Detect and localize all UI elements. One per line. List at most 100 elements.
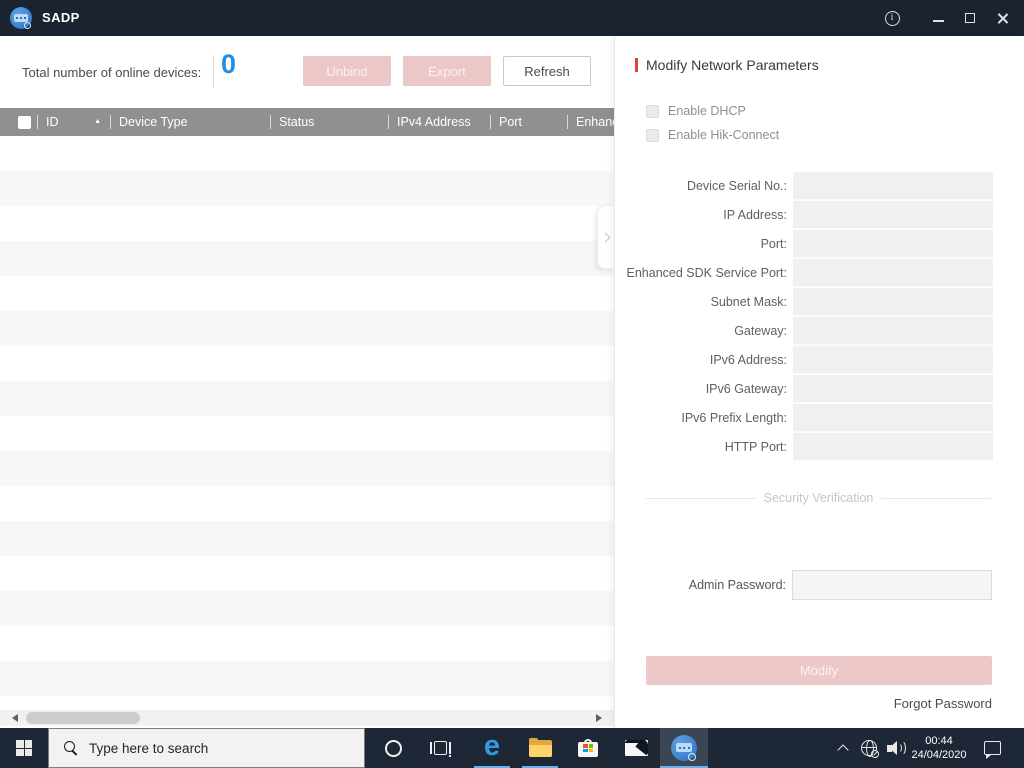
device-serial-no-input[interactable] (793, 171, 993, 200)
taskbar-clock[interactable]: 00:44 24/04/2020 (908, 734, 970, 762)
scroll-left-arrow-icon[interactable] (12, 714, 18, 722)
gateway-label: Gateway: (734, 323, 787, 338)
column-header-device-type[interactable]: Device Type (110, 108, 270, 136)
column-header-status[interactable]: Status (270, 108, 388, 136)
device-table-body (0, 136, 614, 710)
security-verification-divider: Security Verification (646, 491, 991, 505)
form-row: Enhanced SDK Service Port: (615, 258, 993, 287)
table-row (0, 311, 614, 346)
table-row (0, 136, 614, 171)
collapse-panel-tab[interactable] (597, 205, 614, 269)
taskbar-search-input[interactable] (89, 740, 339, 756)
app-title: SADP (42, 10, 80, 25)
taskbar-search-box[interactable] (48, 728, 365, 768)
ipv6-prefix-length-input[interactable] (793, 403, 993, 432)
ip-address-label: IP Address: (723, 207, 787, 222)
http-port-input[interactable] (793, 432, 993, 461)
titlebar-controls: i (876, 0, 1018, 36)
column-header-id[interactable]: ID ▲ (37, 108, 110, 136)
device-list-area: Total number of online devices: 0 Unbind… (0, 36, 614, 728)
toolbar: Total number of online devices: 0 Unbind… (0, 36, 614, 108)
toolbar-divider (213, 55, 214, 88)
ipv6-address-input[interactable] (793, 345, 993, 374)
windows-logo-icon (16, 740, 32, 756)
maximize-icon (965, 13, 975, 23)
task-view-button[interactable] (417, 728, 465, 768)
admin-password-input[interactable] (792, 570, 992, 600)
modify-button[interactable]: Modify (646, 656, 992, 685)
enable-dhcp-checkbox[interactable] (646, 104, 659, 118)
subnet-mask-label: Subnet Mask: (710, 294, 787, 309)
show-hidden-icons-button[interactable] (832, 728, 854, 768)
enable-dhcp-label: Enable DHCP (668, 104, 746, 118)
start-button[interactable] (0, 728, 48, 768)
admin-password-label: Admin Password: (688, 578, 786, 592)
action-center-icon (983, 741, 1001, 759)
info-icon: i (884, 10, 900, 26)
refresh-button[interactable]: Refresh (503, 56, 591, 86)
clock-time: 00:44 (925, 735, 953, 747)
scrollbar-thumb[interactable] (26, 712, 140, 724)
total-devices-label: Total number of online devices: (22, 65, 202, 80)
table-row (0, 486, 614, 521)
ip-address-input[interactable] (793, 200, 993, 229)
titlebar: SADP i (0, 0, 1024, 36)
close-button[interactable] (986, 0, 1018, 36)
taskbar-item-microsoft-store[interactable] (564, 728, 612, 768)
enable-hik-connect-checkbox[interactable] (646, 128, 659, 142)
form-row: IPv6 Address: (615, 345, 993, 374)
info-button[interactable]: i (876, 0, 908, 36)
table-row (0, 346, 614, 381)
enhanced-sdk-service-port-input[interactable] (793, 258, 993, 287)
table-row (0, 381, 614, 416)
device-serial-no-label: Device Serial No.: (686, 178, 787, 193)
task-view-icon (430, 740, 452, 757)
horizontal-scrollbar[interactable] (0, 710, 614, 726)
modify-network-panel: Modify Network Parameters Enable DHCP En… (614, 36, 1024, 728)
taskbar-item-sadp-active[interactable] (660, 728, 708, 768)
sort-asc-icon[interactable]: ▲ (94, 108, 101, 136)
ipv6-prefix-length-label: IPv6 Prefix Length: (681, 410, 787, 425)
ipv6-gateway-label: IPv6 Gateway: (705, 381, 787, 396)
form-row: Subnet Mask: (615, 287, 993, 316)
volume-button[interactable] (884, 728, 910, 768)
subnet-mask-input[interactable] (793, 287, 993, 316)
action-center-button[interactable] (974, 728, 1010, 768)
enable-hik-connect-row: Enable Hik-Connect (646, 128, 779, 142)
table-row (0, 696, 614, 710)
table-row (0, 416, 614, 451)
form-row: IPv6 Gateway: (615, 374, 993, 403)
column-header-port[interactable]: Port (490, 108, 567, 136)
sadp-window: SADP i Total number of online devices: 0… (0, 0, 1024, 768)
clock-date: 24/04/2020 (911, 749, 967, 761)
port-label: Port: (760, 236, 787, 251)
device-table-header: ID ▲ Device Type Status IPv4 Address Por… (0, 108, 614, 136)
cortana-button[interactable] (369, 728, 417, 768)
column-header-ipv4-address[interactable]: IPv4 Address (388, 108, 490, 136)
no-internet-globe-icon (861, 740, 879, 758)
red-accent-bar (635, 58, 638, 72)
mail-icon (624, 740, 648, 756)
network-status-button[interactable] (856, 728, 882, 768)
ipv6-address-label: IPv6 Address: (709, 352, 787, 367)
ipv6-gateway-input[interactable] (793, 374, 993, 403)
gateway-input[interactable] (793, 316, 993, 345)
enable-dhcp-row: Enable DHCP (646, 104, 746, 118)
microsoft-store-icon (578, 739, 598, 757)
forgot-password-link[interactable]: Forgot Password (894, 696, 992, 711)
minimize-button[interactable] (922, 0, 954, 36)
port-input[interactable] (793, 229, 993, 258)
table-row (0, 591, 614, 626)
taskbar-item-edge[interactable]: e (468, 728, 516, 768)
sadp-logo-icon (10, 7, 32, 29)
select-all-checkbox[interactable] (18, 115, 31, 129)
column-header-enhanced-sdk-service-port[interactable]: Enhanced SDK Service Port (567, 108, 614, 136)
maximize-button[interactable] (954, 0, 986, 36)
minimize-icon (932, 20, 944, 22)
enhanced-sdk-service-port-label: Enhanced SDK Service Port: (626, 265, 788, 280)
export-button[interactable]: Export (403, 56, 491, 86)
taskbar-item-file-explorer[interactable] (516, 728, 564, 768)
scroll-right-arrow-icon[interactable] (596, 714, 602, 722)
taskbar-item-mail[interactable] (612, 728, 660, 768)
unbind-button[interactable]: Unbind (303, 56, 391, 86)
